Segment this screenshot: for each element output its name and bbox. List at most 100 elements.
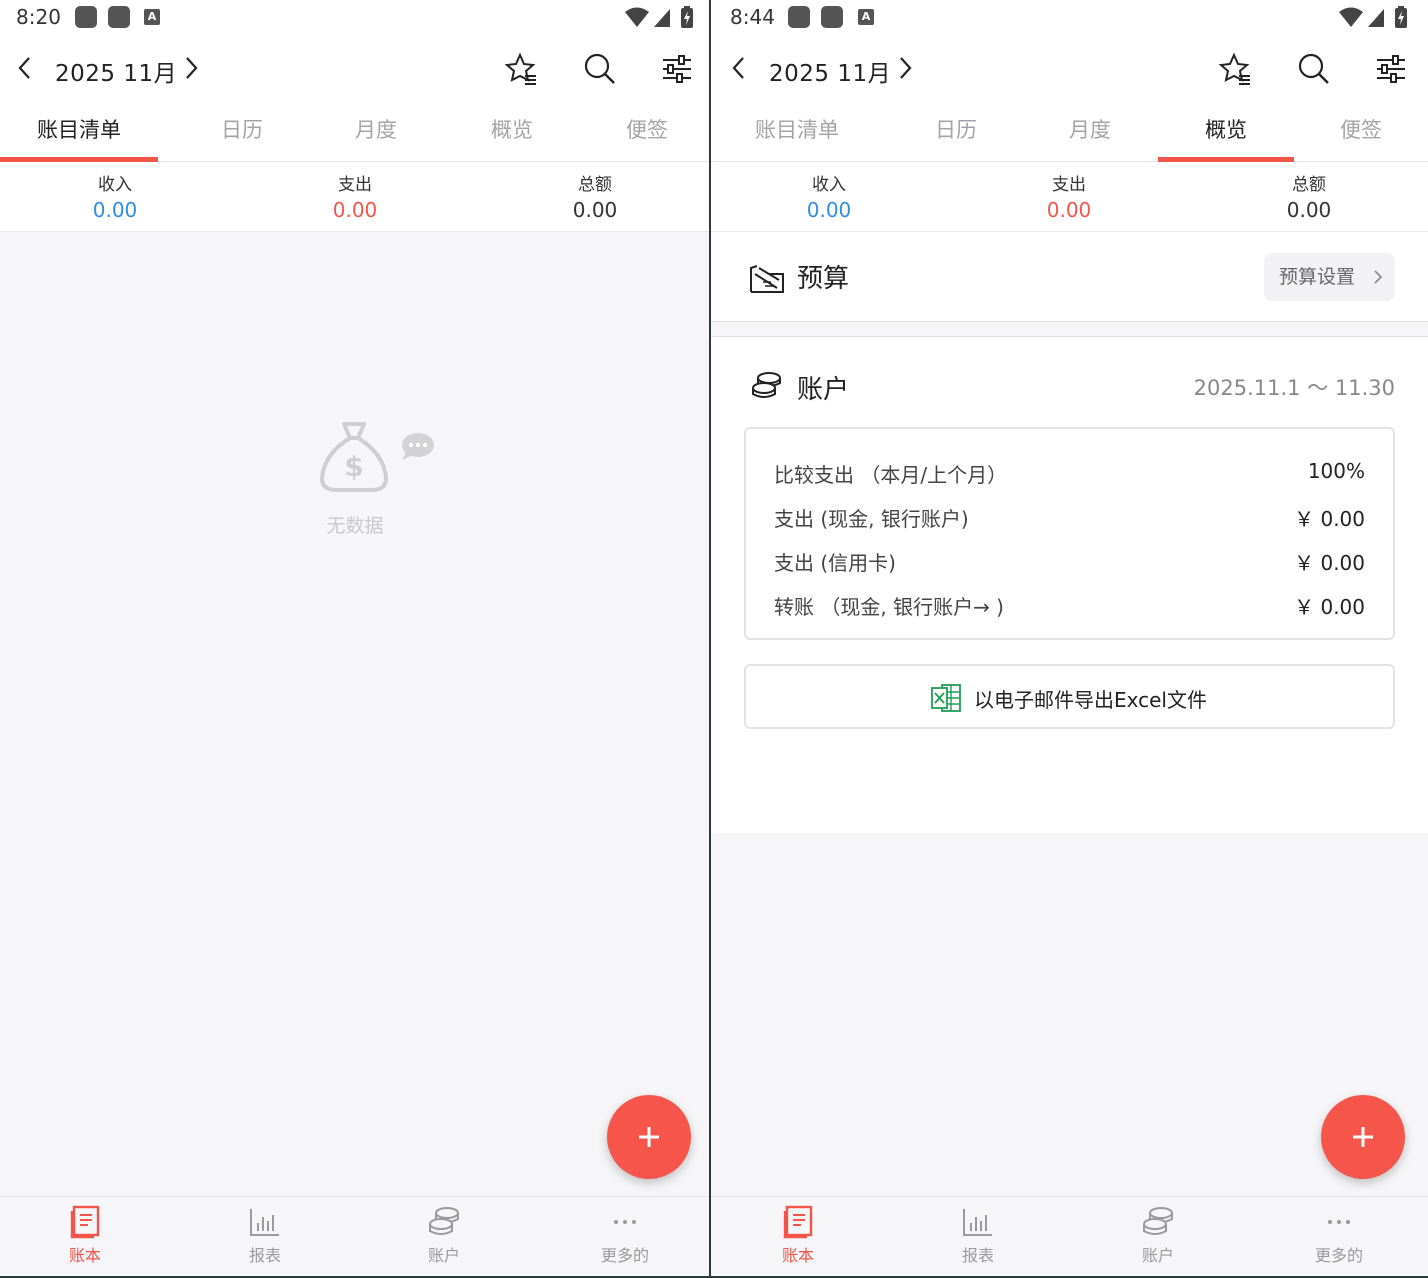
date-range: 2025.11.1 ～ 11.30 [1193, 376, 1395, 400]
tab-overview[interactable]: 概览 [444, 104, 580, 162]
nav-ledger-label: 账本 [68, 1246, 101, 1265]
stat-value: ￥ 0.00 [1294, 507, 1365, 531]
export-excel-button[interactable]: 以电子邮件导出Excel文件 [744, 664, 1395, 729]
accounts-title: 账户 [797, 375, 850, 405]
header: 2025 11月 [711, 34, 1428, 104]
month-label[interactable]: 2025 11月 [55, 54, 177, 88]
status-time: 8:44 [730, 5, 775, 29]
plus-icon [1353, 1127, 1373, 1147]
filter-sliders-icon[interactable] [1374, 52, 1408, 86]
tab-notes[interactable]: 便签 [579, 104, 709, 162]
chevron-left-icon[interactable] [16, 55, 34, 81]
search-icon[interactable] [1297, 52, 1331, 86]
nav-ledger[interactable]: 账本 [25, 1205, 145, 1266]
stat-row: 转账 （现金, 银行账户→ ) ￥ 0.00 [774, 591, 1365, 621]
nav-reports-label: 报表 [248, 1246, 281, 1265]
summary-bar: 收入 0.00 支出 0.00 总额 0.00 [0, 162, 709, 232]
tab-monthly[interactable]: 月度 [1022, 104, 1158, 162]
stat-value: ￥ 0.00 [1294, 551, 1365, 575]
status-bar: 8:44 A [711, 0, 1428, 34]
ledger-book-icon [783, 1205, 813, 1239]
star-list-icon[interactable] [1219, 52, 1253, 86]
total-summary: 总额 0.00 [1229, 170, 1389, 222]
money-bag-icon: $ [320, 422, 388, 492]
notification-icon [788, 6, 810, 28]
budget-settings-label: 预算设置 [1279, 266, 1356, 288]
budget-icon [750, 265, 784, 293]
stat-row: 支出 (现金, 银行账户) ￥ 0.00 [774, 503, 1365, 533]
nav-ledger[interactable]: 账本 [738, 1205, 858, 1266]
add-entry-button[interactable] [607, 1095, 691, 1179]
accounts-panel: 账户 2025.11.1 ～ 11.30 比较支出 （本月/上个月） 100% … [711, 336, 1428, 833]
filter-sliders-icon[interactable] [660, 52, 694, 86]
excel-icon [931, 684, 961, 712]
search-icon[interactable] [583, 52, 617, 86]
status-time: 8:20 [16, 5, 61, 29]
month-label[interactable]: 2025 11月 [769, 54, 891, 88]
expense-summary: 支出 0.00 [275, 170, 435, 222]
empty-state: $ 无数据 [300, 420, 450, 550]
chevron-right-icon[interactable] [896, 55, 914, 81]
chat-bubble-icon [402, 433, 434, 460]
total-value: 0.00 [1286, 198, 1332, 222]
bar-chart-icon [250, 1209, 279, 1236]
stat-label: 比较支出 （本月/上个月） [774, 463, 1008, 487]
tab-bar: 账目清单 日历 月度 概览 便签 [0, 104, 709, 162]
bottom-nav: 账本 报表 账户 更多的 [711, 1196, 1428, 1276]
expense-stats-box: 比较支出 （本月/上个月） 100% 支出 (现金, 银行账户) ￥ 0.00 … [744, 427, 1395, 640]
more-dots-icon [614, 1220, 636, 1224]
stat-value: ￥ 0.00 [1294, 595, 1365, 619]
a-badge-icon: A [858, 9, 874, 25]
tab-calendar[interactable]: 日历 [888, 104, 1024, 162]
add-entry-button[interactable] [1321, 1095, 1405, 1179]
more-dots-icon [1328, 1220, 1350, 1224]
chevron-right-icon[interactable] [182, 55, 200, 81]
summary-bar: 收入 0.00 支出 0.00 总额 0.00 [711, 162, 1428, 232]
bar-chart-icon [963, 1209, 992, 1236]
star-list-icon[interactable] [505, 52, 539, 86]
notification-icon [108, 6, 130, 28]
signal-icon [1368, 9, 1384, 27]
signal-icon [654, 9, 670, 27]
tab-entries[interactable]: 账目清单 [729, 104, 865, 162]
stat-row: 支出 (信用卡) ￥ 0.00 [774, 547, 1365, 577]
budget-settings-button[interactable]: 预算设置 [1264, 253, 1395, 301]
tab-calendar[interactable]: 日历 [174, 104, 310, 162]
tab-entries[interactable]: 账目清单 [0, 104, 158, 162]
stage: 8:20 A 2025 11月 账目清单 日历 月度 概览 便签 收入 0.00… [0, 0, 1428, 1278]
nav-more[interactable]: 更多的 [565, 1205, 685, 1266]
income-value: 0.00 [92, 198, 138, 222]
nav-reports[interactable]: 报表 [205, 1205, 325, 1266]
total-label: 总额 [1292, 175, 1326, 195]
coins-icon [752, 372, 781, 398]
empty-text: 无数据 [326, 515, 384, 537]
nav-reports[interactable]: 报表 [918, 1205, 1038, 1266]
tab-monthly[interactable]: 月度 [308, 104, 444, 162]
stat-value: 100% [1307, 459, 1365, 483]
tab-notes[interactable]: 便签 [1293, 104, 1428, 162]
screen-overview: 8:44 A 2025 11月 账目清单 日历 月度 概览 便签 收入 0.00… [711, 0, 1428, 1276]
nav-more[interactable]: 更多的 [1279, 1205, 1399, 1266]
header: 2025 11月 [0, 34, 709, 104]
ledger-book-icon [70, 1205, 100, 1239]
wifi-icon [625, 7, 649, 27]
income-summary: 收入 0.00 [35, 170, 195, 222]
total-label: 总额 [578, 175, 612, 195]
battery-icon [1395, 6, 1407, 28]
stat-label: 支出 (现金, 银行账户) [774, 507, 969, 531]
plus-icon [639, 1127, 659, 1147]
expense-value: 0.00 [1046, 198, 1092, 222]
nav-more-label: 更多的 [1314, 1246, 1363, 1265]
chevron-left-icon[interactable] [730, 55, 748, 81]
income-label: 收入 [98, 175, 132, 195]
battery-icon [681, 6, 693, 28]
expense-label: 支出 [1052, 175, 1086, 195]
income-summary: 收入 0.00 [749, 170, 909, 222]
bottom-nav: 账本 报表 账户 更多的 [0, 1196, 709, 1276]
nav-accounts[interactable]: 账户 [384, 1205, 504, 1266]
tab-overview[interactable]: 概览 [1158, 104, 1294, 162]
nav-accounts[interactable]: 账户 [1098, 1205, 1218, 1266]
nav-accounts-label: 账户 [1141, 1246, 1174, 1265]
stat-label: 转账 （现金, 银行账户→ ) [774, 595, 1004, 619]
status-bar: 8:20 A [0, 0, 709, 34]
